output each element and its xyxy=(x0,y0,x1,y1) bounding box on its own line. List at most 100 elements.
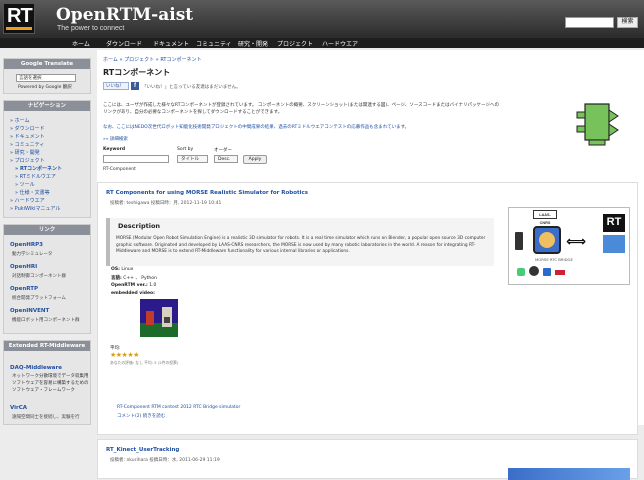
navigation-heading: ナビゲーション xyxy=(4,101,90,111)
description-text: MORSE (Modular Open Robot Simulation Eng… xyxy=(116,236,486,254)
link-virca-desc: 遠隔空間同士を接続し、実験を行 xyxy=(12,415,80,420)
description-box: Description MORSE (Modular Open Robot Si… xyxy=(106,218,494,266)
search-button[interactable]: 検索 xyxy=(617,17,638,28)
like-text: 「いいね！」と言っている友達はまだいません。 xyxy=(142,85,241,90)
tag-label: RT-Component xyxy=(103,167,136,172)
link-daq-middleware[interactable]: DAQ-Middleware xyxy=(10,365,62,371)
language-label: 言語: xyxy=(111,276,122,281)
sortby-label: Sort by xyxy=(177,147,194,152)
os-label: OS: xyxy=(111,267,120,272)
link-openhrp3-desc: 動力学シミュレータ xyxy=(12,252,53,257)
nav-hardware[interactable]: ハードウエア xyxy=(322,39,358,48)
menu-home[interactable]: » ホーム xyxy=(10,117,30,124)
rtc-screen xyxy=(603,235,625,253)
menu-tools[interactable]: » ツール xyxy=(15,181,35,188)
post-title[interactable]: RT Components for using MORSE Realistic … xyxy=(106,190,308,196)
facebook-icon[interactable]: f xyxy=(131,82,139,90)
menu-projects[interactable]: » プロジェクト xyxy=(10,157,45,164)
link-virca[interactable]: VirCA xyxy=(10,405,27,411)
logo-bar xyxy=(6,27,32,30)
nav-home[interactable]: ホーム xyxy=(72,39,90,48)
description-heading: Description xyxy=(118,222,161,230)
post-card: RT Components for using MORSE Realistic … xyxy=(97,182,638,435)
keyword-input[interactable] xyxy=(103,155,169,163)
language-row: 言語: C++ 、 Python xyxy=(111,275,157,281)
os-value: Linux xyxy=(121,267,134,272)
simulator-face xyxy=(539,232,555,248)
menu-download[interactable]: » ダウンロード xyxy=(10,125,45,132)
post-comments[interactable]: コメント(2) 続きを読む xyxy=(117,413,165,419)
version-value: 1.0 xyxy=(149,283,157,288)
menu-pukiwiki[interactable]: » PukiWikiマニュアル xyxy=(10,205,60,212)
language-value: C++ 、 Python xyxy=(123,276,157,281)
menu-rt-middleware[interactable]: » RTミドルウエア xyxy=(15,173,56,180)
intro-text: ここには、ユーザが作成した様々なRTコンポーネントが登録されています。 コンポー… xyxy=(103,103,499,115)
links-heading: リンク xyxy=(4,225,90,235)
exchange-arrow-icon: ⟺ xyxy=(566,234,587,250)
note-text: なお、ここにはNEDO次世代ロボット知能化技術開発プロジェクトの中間成果の結果、… xyxy=(103,125,410,130)
site-slogan: The power to connect xyxy=(57,25,125,32)
site-title[interactable]: OpenRTM-aist xyxy=(56,5,193,25)
post-figure-partial xyxy=(508,468,630,480)
video-label: embedded video: xyxy=(111,291,155,296)
menu-specs[interactable]: » 仕様・文書等 xyxy=(15,189,50,196)
nav-research[interactable]: 研究・開発 xyxy=(238,39,268,48)
language-select[interactable]: 言語を選択 xyxy=(16,74,76,82)
embedded-video[interactable] xyxy=(140,299,178,337)
link-openinvent[interactable]: OpenINVENT xyxy=(10,308,49,314)
extended-block: Extended RT-Middleware DAQ-Middleware ネッ… xyxy=(3,340,91,425)
rating-summary: あなたの評価: なし 平均: 5 (2件の投票) xyxy=(110,360,179,365)
laas-logo: LAAS-CNRS xyxy=(533,210,557,225)
robot-4 xyxy=(555,270,565,275)
main-content: ホーム » プロジェクト » RTコンポーネント RTコンポーネント いいね！ … xyxy=(97,50,644,480)
post-title[interactable]: RT_Kinect_UserTracking xyxy=(106,447,179,453)
order-select[interactable]: Desc. xyxy=(214,155,238,163)
translate-heading: Google Translate xyxy=(4,59,90,69)
menu-rt-component[interactable]: » RTコンポーネント xyxy=(15,165,62,172)
translate-block: Google Translate 言語を選択 Powered by Google… xyxy=(3,58,91,94)
nav-download[interactable]: ダウンロード xyxy=(106,39,142,48)
os-row: OS: Linux xyxy=(111,267,133,272)
detail-search-link[interactable]: »» 詳細検索 xyxy=(103,136,128,142)
like-button[interactable]: いいね！ xyxy=(103,82,129,90)
logo-text: RT xyxy=(7,5,33,27)
menu-documents[interactable]: » ドキュメント xyxy=(10,133,45,140)
nav-documents[interactable]: ドキュメント xyxy=(153,39,189,48)
post-tags[interactable]: RT-Component RTM contest 2012 RTC Bridge… xyxy=(117,405,240,410)
post-meta: 投稿者: nkurihara 投稿日時：水, 2011-06-29 11:19 xyxy=(110,458,220,463)
nav-projects[interactable]: プロジェクト xyxy=(277,39,313,48)
robot-1 xyxy=(517,268,525,276)
links-block: リンク OpenHRP3 動力学シミュレータ OpenHRI 対話制御コンポーネ… xyxy=(3,224,91,334)
sortby-select[interactable]: タイトル xyxy=(177,155,208,163)
navigation-block: ナビゲーション » ホーム » ダウンロード » ドキュメント » コミュニティ… xyxy=(3,100,91,218)
post-meta: 投稿者: teshigawa 投稿日時：月, 2012-11-19 10:41 xyxy=(110,201,222,206)
keyword-label: Keyword xyxy=(103,147,126,152)
translate-powered: Powered by Google 翻訳 xyxy=(18,85,72,90)
breadcrumb[interactable]: ホーム » プロジェクト » RTコンポーネント xyxy=(103,56,202,63)
device-phone xyxy=(515,232,523,250)
figure-caption: MORSE RTC BRIDGE xyxy=(535,257,573,262)
robot-2 xyxy=(529,266,539,276)
apply-button[interactable]: Apply xyxy=(243,155,267,164)
link-openrtp-desc: 統合開発プラットフォーム xyxy=(12,296,66,301)
version-label: OpenRTM ver.: xyxy=(111,283,148,288)
menu-research[interactable]: » 研究・開発 xyxy=(10,149,40,156)
link-openhrp3[interactable]: OpenHRP3 xyxy=(10,242,43,248)
rt-logo: RT xyxy=(603,214,625,232)
link-daq-desc: ネットワーク分散環境でデータ収集用ソフトウェアを容易に構築するためのソフトウェア… xyxy=(12,374,89,393)
rating-stars[interactable]: ★★★★★ xyxy=(110,351,139,359)
nav-community[interactable]: コミュニティ xyxy=(196,39,232,48)
site-logo[interactable]: RT xyxy=(3,3,35,34)
menu-community[interactable]: » コミュニティ xyxy=(10,141,44,148)
robot-3 xyxy=(543,268,551,276)
link-openhri[interactable]: OpenHRI xyxy=(10,264,37,270)
link-openhri-desc: 対話制御コンポーネント群 xyxy=(12,274,66,279)
post-card: RT_Kinect_UserTracking 投稿者: nkurihara 投稿… xyxy=(97,439,638,480)
version-row: OpenRTM ver.: 1.0 xyxy=(111,283,156,288)
menu-hardware[interactable]: » ハードウエア xyxy=(10,197,45,204)
post-figure: LAAS-CNRS RT ⟺ MORSE RTC BRIDGE xyxy=(508,207,630,285)
sidebar: Google Translate 言語を選択 Powered by Google… xyxy=(0,48,92,425)
link-openrtp[interactable]: OpenRTP xyxy=(10,286,38,292)
page-title: RTコンポーネント xyxy=(103,68,171,77)
search-input[interactable] xyxy=(565,17,614,28)
